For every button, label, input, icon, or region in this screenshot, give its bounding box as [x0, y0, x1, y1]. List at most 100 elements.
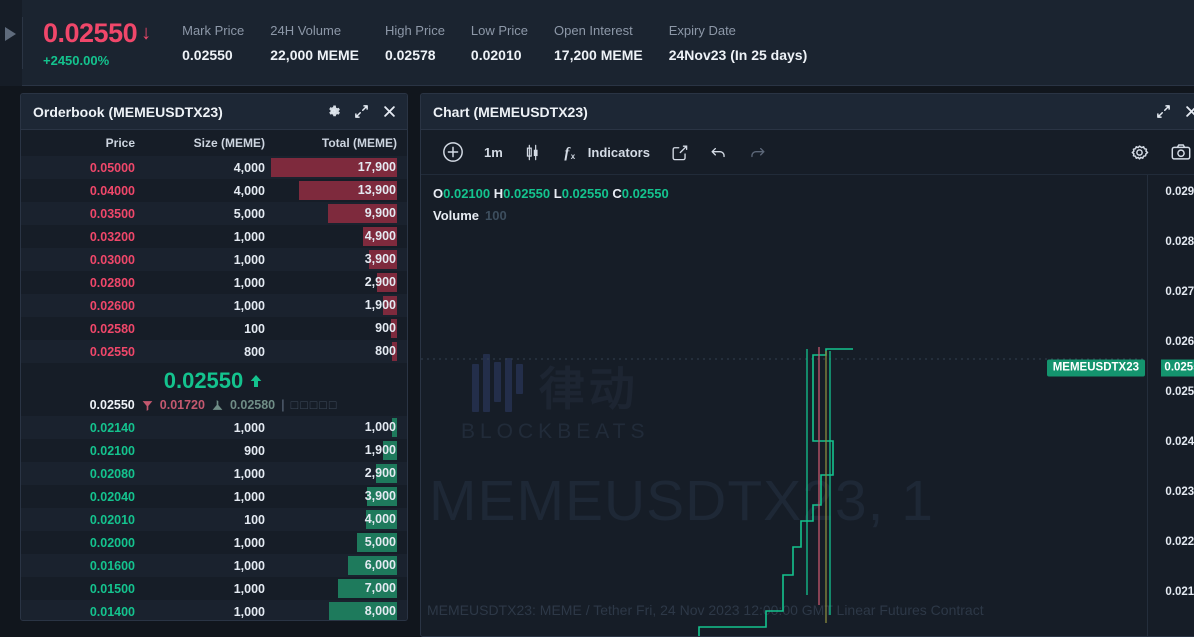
arrow-up-icon: [250, 375, 262, 387]
orderbook-row[interactable]: 0.02140 1,000 1,000: [21, 416, 407, 439]
orderbook-row[interactable]: 0.04000 4,000 13,900: [21, 179, 407, 202]
expand-icon[interactable]: [354, 104, 369, 119]
orderbook-row[interactable]: 0.01400 1,000 8,000: [21, 600, 407, 620]
ask-price: 0.04000: [89, 183, 135, 198]
order-size: 1,000: [233, 420, 265, 435]
orderbook-row[interactable]: 0.02080 1,000 2,900: [21, 462, 407, 485]
bid-price: 0.01400: [89, 604, 135, 619]
column-header-price: Price: [105, 136, 135, 150]
redo-button[interactable]: [739, 137, 776, 167]
stat-open-interest: Open Interest 17,200 MEME: [541, 23, 656, 63]
order-total-cell: 1,000: [271, 416, 397, 439]
axis-tick: 0.02100: [1165, 586, 1194, 598]
expand-icon[interactable]: [1156, 104, 1171, 119]
order-total-cell: 900: [271, 317, 397, 340]
ask-price: 0.03500: [89, 206, 135, 221]
bid-price: 0.02100: [89, 443, 135, 458]
undo-icon: [711, 147, 725, 157]
orderbook-row[interactable]: 0.02040 1,000 3,900: [21, 485, 407, 508]
order-total: 2,900: [364, 466, 396, 480]
order-size: 5,000: [233, 206, 265, 221]
ask-price: 0.02550: [89, 344, 135, 359]
order-size: 1,000: [233, 275, 265, 290]
camera-icon: [1171, 144, 1191, 160]
indicators-label: Indicators: [587, 144, 650, 160]
chart-title: Chart (MEMEUSDTX23): [433, 103, 588, 120]
order-total-cell: 7,000: [271, 577, 397, 600]
order-total-cell: 4,000: [271, 508, 397, 531]
chart-settings-button[interactable]: [1120, 137, 1159, 167]
redo-icon: [751, 147, 765, 157]
order-total: 6,000: [364, 558, 396, 572]
orderbook-row[interactable]: 0.02100 900 1,900: [21, 439, 407, 462]
interval-selector[interactable]: 1m: [475, 137, 512, 167]
funnel-up-icon: [212, 399, 223, 410]
order-size: 1,000: [233, 466, 265, 481]
undo-button[interactable]: [700, 137, 737, 167]
order-total-cell: 2,900: [271, 462, 397, 485]
close-icon[interactable]: [382, 104, 397, 119]
orderbook-row[interactable]: 0.02010 100 4,000: [21, 508, 407, 531]
order-total-cell: 8,000: [271, 600, 397, 620]
orderbook-row[interactable]: 0.02580 100 900: [21, 317, 407, 340]
order-total-cell: 3,900: [271, 485, 397, 508]
bid-price: 0.02000: [89, 535, 135, 550]
screenshot-button[interactable]: [1161, 137, 1194, 167]
order-size: 1,000: [233, 581, 265, 596]
orderbook-row[interactable]: 0.03000 1,000 3,900: [21, 248, 407, 271]
bid-rows: 0.02140 1,000 1,000 0.02100 900 1,900 0.02080 1…: [21, 416, 407, 620]
orderbook-row[interactable]: 0.03200 1,000 4,900: [21, 225, 407, 248]
stat-label: Mark Price: [182, 22, 245, 38]
ask-price: 0.02800: [89, 275, 135, 290]
mid-low-price: 0.01720: [159, 398, 205, 412]
gear-icon[interactable]: [326, 104, 341, 119]
interval-label: 1m: [484, 144, 503, 160]
stat-mark-price: Mark Price 0.02550: [169, 23, 257, 63]
function-icon: f x: [564, 145, 575, 161]
orderbook-header-icons: [326, 104, 397, 119]
chart-panel: Chart (MEMEUSDTX23) 1m f x Indicators O0…: [420, 93, 1194, 637]
add-indicator-button[interactable]: [433, 137, 473, 167]
price-change-percent: +2450.00%: [43, 52, 110, 68]
ticker-bar: 0.02550 ↓ +2450.00% Mark Price 0.02550 2…: [0, 0, 1194, 86]
open-external-button[interactable]: [661, 137, 698, 167]
chart-header: Chart (MEMEUSDTX23): [421, 94, 1194, 130]
orderbook-row[interactable]: 0.01600 1,000 6,000: [21, 554, 407, 577]
order-size: 1,000: [233, 558, 265, 573]
orderbook-row[interactable]: 0.02550 800 800: [21, 340, 407, 363]
order-size: 100: [244, 321, 265, 336]
stat-label: Low Price: [470, 22, 528, 38]
stat-value: 22,000 MEME: [270, 46, 359, 63]
order-total: 2,900: [364, 275, 396, 289]
close-icon[interactable]: [1184, 104, 1194, 119]
orderbook-row[interactable]: 0.01500 1,000 7,000: [21, 577, 407, 600]
plus-circle-icon: [443, 142, 463, 162]
chart-toolbar: 1m f x Indicators: [421, 130, 1194, 175]
orderbook-row[interactable]: 0.03500 5,000 9,900: [21, 202, 407, 225]
sidebar-collapse-handle[interactable]: [0, 0, 22, 86]
orderbook-row[interactable]: 0.02000 1,000 5,000: [21, 531, 407, 554]
order-total-cell: 5,000: [271, 531, 397, 554]
price-axis[interactable]: 0.02900 0.02800 0.02700 0.02600 0.02550 …: [1147, 175, 1194, 636]
column-header-size: Size (MEME): [193, 136, 265, 150]
order-total: 13,900: [357, 183, 396, 197]
orderbook-row[interactable]: 0.02600 1,000 1,900: [21, 294, 407, 317]
external-link-icon: [672, 144, 688, 160]
orderbook-row[interactable]: 0.02800 1,000 2,900: [21, 271, 407, 294]
order-total-cell: 6,000: [271, 554, 397, 577]
mid-note: □□□□□: [290, 398, 339, 412]
order-total: 5,000: [364, 535, 396, 549]
order-total-cell: 1,900: [271, 294, 397, 317]
last-price-row: 0.02550 ↓: [43, 18, 151, 49]
chart-type-button[interactable]: [514, 137, 551, 167]
orderbook-row[interactable]: 0.05000 4,000 17,900: [21, 156, 407, 179]
bid-price: 0.01600: [89, 558, 135, 573]
order-size: 100: [244, 512, 265, 527]
stat-value: 17,200 MEME: [554, 46, 643, 63]
chart-body[interactable]: O0.02100 H0.02550 L0.02550 C0.02550 Volu…: [421, 175, 1194, 636]
stat-label: High Price: [384, 22, 445, 38]
stat-label: Expiry Date: [668, 22, 736, 38]
chart-plot-area[interactable]: O0.02100 H0.02550 L0.02550 C0.02550 Volu…: [421, 175, 1147, 636]
order-total: 1,900: [364, 443, 396, 457]
indicators-button[interactable]: f x Indicators: [553, 137, 659, 167]
